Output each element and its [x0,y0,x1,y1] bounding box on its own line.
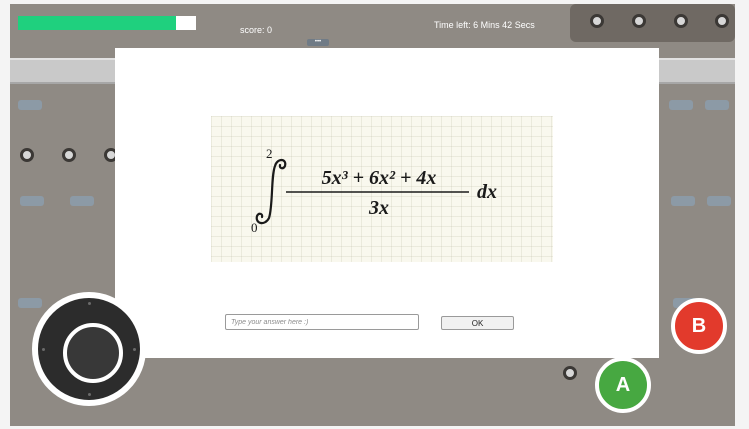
game-screen: score: 0 Time left: 6 Mins 42 Secs ••• 2… [10,4,735,426]
question-card: 2 0 5x³ + 6x² + 4x 3x dx [211,116,553,262]
time-left-label: Time left: 6 Mins 42 Secs [434,20,535,30]
rivet [674,14,688,28]
platform [659,100,735,122]
health-bar [18,16,196,30]
denominator: 3x [368,197,389,219]
lower-limit: 0 [251,220,258,235]
rivet [62,148,76,162]
numerator: 5x³ + 6x² + 4x [322,167,437,189]
question-modal: 2 0 5x³ + 6x² + 4x 3x dx OK [115,48,659,358]
rivet [632,14,646,28]
integral-sign-icon [255,158,287,225]
differential: dx [477,181,497,203]
virtual-joystick[interactable] [32,292,146,406]
joystick-dot [88,302,91,305]
joystick-dot [42,348,45,351]
rivet [20,148,34,162]
platform [10,100,80,122]
platform [10,196,114,218]
a-button[interactable]: A [595,357,651,413]
rivet [563,366,577,380]
answer-input[interactable] [225,314,419,330]
rivet [715,14,729,28]
ok-button[interactable]: OK [441,316,514,330]
score-label: score: 0 [240,25,273,35]
joystick-knob[interactable] [63,323,123,383]
joystick-dot [88,393,91,396]
health-bar-fill [18,16,177,30]
menu-button[interactable]: ••• [307,39,329,46]
upper-limit: 2 [266,146,273,161]
integral-expression: 2 0 5x³ + 6x² + 4x 3x dx [251,146,497,235]
joystick-dot [133,348,136,351]
platform [659,196,735,218]
b-button[interactable]: B [671,298,727,354]
rivet [590,14,604,28]
